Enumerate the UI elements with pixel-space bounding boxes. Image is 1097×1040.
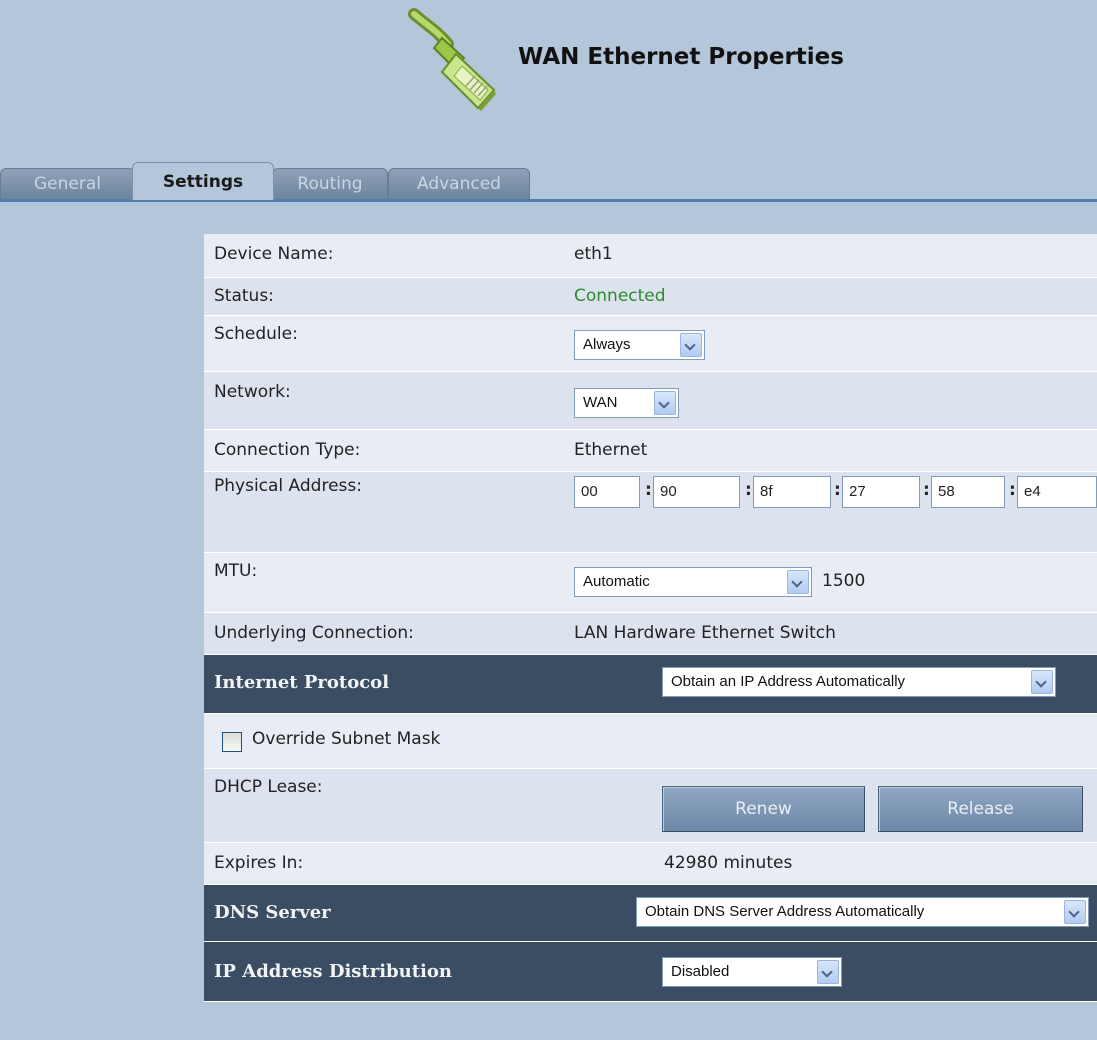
chevron-down-icon bbox=[1031, 670, 1053, 694]
connection-type-label: Connection Type: bbox=[214, 440, 361, 460]
mac-octet-6-input[interactable]: e4 bbox=[1017, 476, 1097, 508]
mac-octet-1-input[interactable]: 00 bbox=[574, 476, 640, 508]
settings-panel: Device Name: eth1 Status: Connected Sche… bbox=[204, 234, 1097, 1002]
mac-octet-3-input[interactable]: 8f bbox=[753, 476, 831, 508]
override-subnet-checkbox[interactable] bbox=[222, 732, 242, 752]
chevron-down-icon bbox=[817, 960, 839, 984]
mac-separator: : bbox=[745, 480, 752, 500]
mac-octet-4-input[interactable]: 27 bbox=[842, 476, 920, 508]
chevron-down-icon bbox=[787, 570, 809, 594]
tab-bar: General Settings Routing Advanced bbox=[0, 162, 1097, 200]
chevron-down-icon bbox=[680, 333, 702, 357]
dns-server-title: DNS Server bbox=[214, 902, 331, 923]
dhcp-lease-row: DHCP Lease: Renew Release bbox=[204, 769, 1097, 843]
ethernet-cable-icon bbox=[408, 8, 496, 111]
ip-distribution-title: IP Address Distribution bbox=[214, 961, 452, 982]
ip-distribution-header: IP Address Distribution Disabled bbox=[204, 942, 1097, 1002]
schedule-select-value: Always bbox=[583, 336, 631, 353]
internet-protocol-select[interactable]: Obtain an IP Address Automatically bbox=[662, 667, 1056, 697]
dns-server-select-value: Obtain DNS Server Address Automatically bbox=[645, 903, 925, 920]
ip-distribution-select[interactable]: Disabled bbox=[662, 957, 842, 987]
network-row: Network: WAN bbox=[204, 372, 1097, 430]
status-label: Status: bbox=[214, 286, 274, 306]
schedule-label: Schedule: bbox=[214, 324, 298, 344]
dns-server-select[interactable]: Obtain DNS Server Address Automatically bbox=[636, 897, 1089, 927]
mac-octet-2-input[interactable]: 90 bbox=[653, 476, 740, 508]
schedule-row: Schedule: Always bbox=[204, 316, 1097, 372]
override-subnet-row: Override Subnet Mask bbox=[204, 714, 1097, 769]
underlying-connection-row: Underlying Connection: LAN Hardware Ethe… bbox=[204, 613, 1097, 655]
connection-type-value: Ethernet bbox=[574, 440, 648, 460]
tab-general[interactable]: General bbox=[0, 168, 135, 200]
mtu-row: MTU: Automatic 1500 bbox=[204, 553, 1097, 613]
tab-routing[interactable]: Routing bbox=[272, 168, 388, 200]
expires-in-value: 42980 minutes bbox=[664, 853, 793, 873]
page-title: WAN Ethernet Properties bbox=[518, 44, 844, 70]
ip-distribution-select-value: Disabled bbox=[671, 963, 730, 980]
override-subnet-label[interactable]: Override Subnet Mask bbox=[252, 729, 440, 749]
connection-type-row: Connection Type: Ethernet bbox=[204, 430, 1097, 472]
mac-separator: : bbox=[834, 480, 841, 500]
internet-protocol-title: Internet Protocol bbox=[214, 672, 390, 693]
mtu-mode-select[interactable]: Automatic bbox=[574, 567, 812, 597]
device-name-label: Device Name: bbox=[214, 244, 334, 264]
network-label: Network: bbox=[214, 382, 291, 402]
page-header: WAN Ethernet Properties bbox=[0, 0, 1097, 160]
internet-protocol-header: Internet Protocol Obtain an IP Address A… bbox=[204, 655, 1097, 714]
mac-separator: : bbox=[645, 480, 652, 500]
network-select-value: WAN bbox=[583, 394, 618, 411]
expires-in-label: Expires In: bbox=[214, 853, 304, 873]
dns-server-header: DNS Server Obtain DNS Server Address Aut… bbox=[204, 885, 1097, 942]
dhcp-lease-label: DHCP Lease: bbox=[214, 777, 323, 797]
underlying-connection-value: LAN Hardware Ethernet Switch bbox=[574, 623, 836, 643]
mac-separator: : bbox=[923, 480, 930, 500]
device-name-row: Device Name: eth1 bbox=[204, 234, 1097, 278]
mtu-value: 1500 bbox=[822, 571, 866, 591]
physical-address-row: Physical Address: 00 : 90 : 8f : 27 : 58… bbox=[204, 472, 1097, 553]
mac-octet-5-input[interactable]: 58 bbox=[931, 476, 1005, 508]
tab-settings[interactable]: Settings bbox=[132, 162, 274, 200]
mtu-label: MTU: bbox=[214, 561, 258, 581]
schedule-select[interactable]: Always bbox=[574, 330, 705, 360]
tab-advanced[interactable]: Advanced bbox=[388, 168, 530, 200]
underlying-connection-label: Underlying Connection: bbox=[214, 623, 414, 643]
chevron-down-icon bbox=[1064, 900, 1086, 924]
renew-button[interactable]: Renew bbox=[662, 786, 865, 832]
network-select[interactable]: WAN bbox=[574, 388, 679, 418]
mtu-mode-select-value: Automatic bbox=[583, 573, 650, 590]
internet-protocol-select-value: Obtain an IP Address Automatically bbox=[671, 673, 906, 690]
device-name-value: eth1 bbox=[574, 244, 613, 264]
chevron-down-icon bbox=[654, 391, 676, 415]
status-value: Connected bbox=[574, 286, 666, 306]
release-button[interactable]: Release bbox=[878, 786, 1083, 832]
physical-address-label: Physical Address: bbox=[214, 476, 362, 496]
mac-separator: : bbox=[1009, 480, 1016, 500]
status-row: Status: Connected bbox=[204, 278, 1097, 316]
expires-in-row: Expires In: 42980 minutes bbox=[204, 843, 1097, 885]
